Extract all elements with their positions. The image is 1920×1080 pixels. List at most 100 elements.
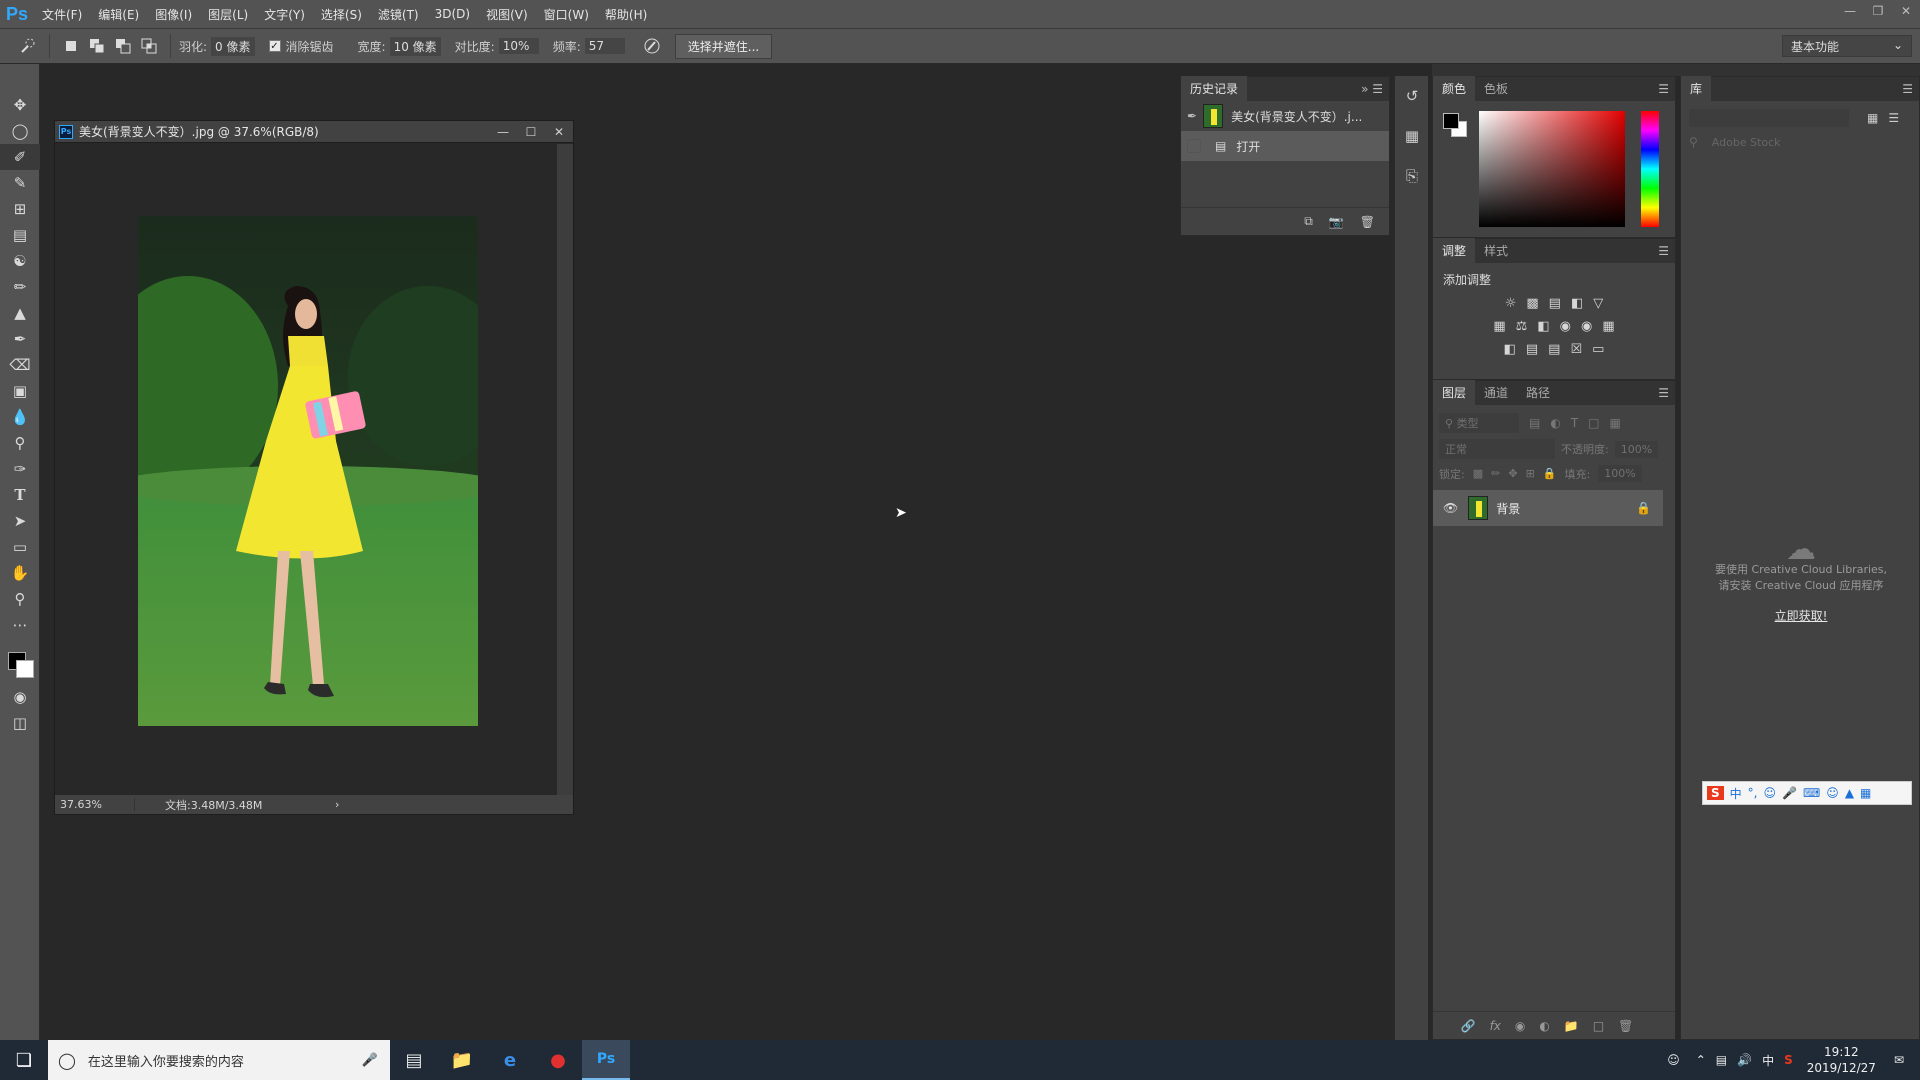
quick-selection-tool-icon[interactable] (18, 36, 38, 56)
workspace-select[interactable]: 基本功能 ⌄ (1782, 35, 1912, 57)
menu-window[interactable]: 窗口(W) (536, 6, 597, 23)
threshold-icon[interactable]: ▤ (1548, 342, 1560, 357)
eraser-tool-icon[interactable]: ⌫ (0, 352, 40, 378)
intersect-selection-icon[interactable] (139, 36, 159, 56)
clone-stamp-tool-icon[interactable]: ▲ (0, 300, 40, 326)
filter-shape-icon[interactable]: □ (1588, 416, 1599, 430)
feather-input[interactable]: 0 像素 (211, 36, 255, 56)
gradient-tool-icon[interactable]: ▣ (0, 378, 40, 404)
filter-smart-object-icon[interactable]: ▦ (1610, 416, 1621, 430)
move-tool-icon[interactable]: ✥ (0, 92, 40, 118)
ime-language[interactable]: 中 (1730, 785, 1742, 802)
clock[interactable]: 19:12 2019/12/27 (1807, 1044, 1876, 1076)
ime-language-indicator[interactable]: 中 (1762, 1052, 1774, 1069)
history-snapshot[interactable]: ✒ 美女(背景变人不变）.j... (1181, 101, 1389, 131)
people-icon[interactable]: ☺ (1667, 1053, 1680, 1067)
black-white-icon[interactable]: ◧ (1537, 319, 1549, 334)
toolbox-icon[interactable]: ▦ (1860, 786, 1871, 800)
emoji-icon[interactable]: ☺ (1764, 786, 1777, 800)
panel-menu-icon[interactable]: ☰ (1658, 82, 1669, 96)
gradient-map-icon[interactable]: ▭ (1592, 342, 1604, 357)
hue-slider[interactable] (1641, 111, 1659, 227)
screen-mode-icon[interactable]: ◫ (0, 710, 40, 736)
contrast-input[interactable]: 10% (498, 38, 539, 54)
layer-row-background[interactable]: 👁 背景 🔒 (1433, 490, 1663, 526)
panel-menu-icon[interactable]: ☰ (1658, 386, 1669, 400)
volume-icon[interactable]: 🔊 (1737, 1053, 1752, 1067)
eye-visibility-icon[interactable]: 👁 (1443, 501, 1458, 515)
rectangle-tool-icon[interactable]: ▭ (0, 534, 40, 560)
properties-panel-icon[interactable]: ▦ (1395, 116, 1429, 156)
sogou-icon[interactable]: S (1707, 786, 1724, 800)
blur-tool-icon[interactable]: 💧 (0, 404, 40, 430)
foreground-color-swatch[interactable] (1443, 113, 1459, 129)
tab-styles[interactable]: 样式 (1475, 238, 1517, 263)
pressure-pen-icon[interactable] (642, 36, 662, 56)
tab-channels[interactable]: 通道 (1475, 380, 1517, 405)
menu-type[interactable]: 文字(Y) (256, 6, 313, 23)
photo-canvas-image[interactable] (138, 216, 478, 726)
get-it-now-link[interactable]: 立即获取! (1681, 608, 1920, 624)
tab-libraries[interactable]: 库 (1681, 76, 1712, 101)
select-and-mask-button[interactable]: 选择并遮住... (674, 33, 773, 59)
more-tools-icon[interactable]: ⋯ (0, 612, 40, 638)
levels-icon[interactable]: ▩ (1526, 296, 1538, 311)
brightness-contrast-icon[interactable]: ☼ (1505, 296, 1517, 311)
trash-icon[interactable]: 🗑 (1618, 1019, 1633, 1033)
color-field[interactable] (1479, 111, 1625, 227)
color-lookup-icon[interactable]: ▦ (1602, 319, 1614, 334)
quick-selection-tool-icon[interactable]: ✐ (0, 144, 40, 170)
menu-help[interactable]: 帮助(H) (597, 6, 655, 23)
blend-mode-select[interactable]: 正常 (1439, 439, 1555, 459)
panel-menu-icon[interactable]: ☰ (1658, 244, 1669, 258)
menu-3d[interactable]: 3D(D) (427, 7, 478, 21)
filter-pixel-icon[interactable]: ▤ (1529, 416, 1540, 430)
photoshop-taskbar-icon[interactable]: Ps (582, 1040, 630, 1080)
layer-style-fx-icon[interactable]: fx (1490, 1019, 1501, 1033)
antialias-checkbox[interactable]: ✓ (268, 40, 281, 52)
canvas[interactable] (56, 144, 557, 795)
grid-view-icon[interactable]: ▦ (1867, 111, 1878, 125)
curves-icon[interactable]: ▤ (1549, 296, 1561, 311)
panel-menu-icon[interactable]: ☰ (1902, 82, 1913, 96)
history-step[interactable]: ▤ 打开 (1181, 131, 1389, 161)
close-button[interactable]: ✕ (1892, 0, 1920, 22)
background-color-swatch[interactable] (16, 660, 34, 678)
menu-file[interactable]: 文件(F) (34, 6, 90, 23)
doc-maximize-button[interactable]: ☐ (517, 125, 545, 139)
sogou-tray-icon[interactable]: S (1784, 1053, 1793, 1067)
menu-edit[interactable]: 编辑(E) (90, 6, 147, 23)
chevron-right-icon[interactable]: › (295, 798, 339, 811)
path-selection-tool-icon[interactable]: ➤ (0, 508, 40, 534)
new-document-from-state-icon[interactable]: ⧉ (1304, 214, 1313, 229)
tab-adjustments[interactable]: 调整 (1433, 238, 1476, 263)
width-input[interactable]: 10 像素 (389, 36, 441, 56)
task-view-icon[interactable]: ▤ (390, 1040, 438, 1080)
filter-adjustment-icon[interactable]: ◐ (1550, 416, 1560, 430)
lock-transparent-icon[interactable]: ▩ (1473, 467, 1483, 480)
lock-all-icon[interactable]: 🔒 (1543, 467, 1557, 480)
new-layer-icon[interactable]: □ (1593, 1019, 1604, 1033)
snapshot-camera-icon[interactable]: 📷 (1329, 215, 1344, 229)
tab-swatches[interactable]: 色板 (1475, 76, 1517, 101)
new-adjustment-layer-icon[interactable]: ◐ (1539, 1019, 1549, 1033)
photo-filter-icon[interactable]: ◉ (1560, 319, 1571, 334)
tab-paths[interactable]: 路径 (1517, 380, 1559, 405)
skin-icon[interactable]: ▲ (1845, 786, 1854, 800)
layer-filter-select[interactable]: ⚲ 类型 (1439, 413, 1519, 433)
dodge-tool-icon[interactable]: ⚲ (0, 430, 40, 456)
user-icon[interactable]: ☺ (1826, 786, 1839, 800)
posterize-icon[interactable]: ▤ (1526, 342, 1538, 357)
lock-artboard-icon[interactable]: ⊞ (1526, 467, 1535, 480)
panel-menu-icon[interactable]: » ☰ (1361, 82, 1383, 96)
clone-source-panel-icon[interactable]: ⎘ (1395, 156, 1429, 196)
hand-tool-icon[interactable]: ✋ (0, 560, 40, 586)
pen-tool-icon[interactable]: ✑ (0, 456, 40, 482)
exposure-icon[interactable]: ◧ (1571, 296, 1583, 311)
lock-position-icon[interactable]: ✥ (1508, 467, 1517, 480)
lock-pixels-icon[interactable]: ✏ (1491, 467, 1500, 480)
document-titlebar[interactable]: Ps 美女(背景变人不变）.jpg @ 37.6%(RGB/8) — ☐ ✕ (55, 121, 573, 143)
new-selection-icon[interactable] (61, 36, 81, 56)
vertical-scrollbar[interactable] (557, 144, 573, 795)
notification-icon[interactable]: ✉ (1894, 1053, 1904, 1067)
